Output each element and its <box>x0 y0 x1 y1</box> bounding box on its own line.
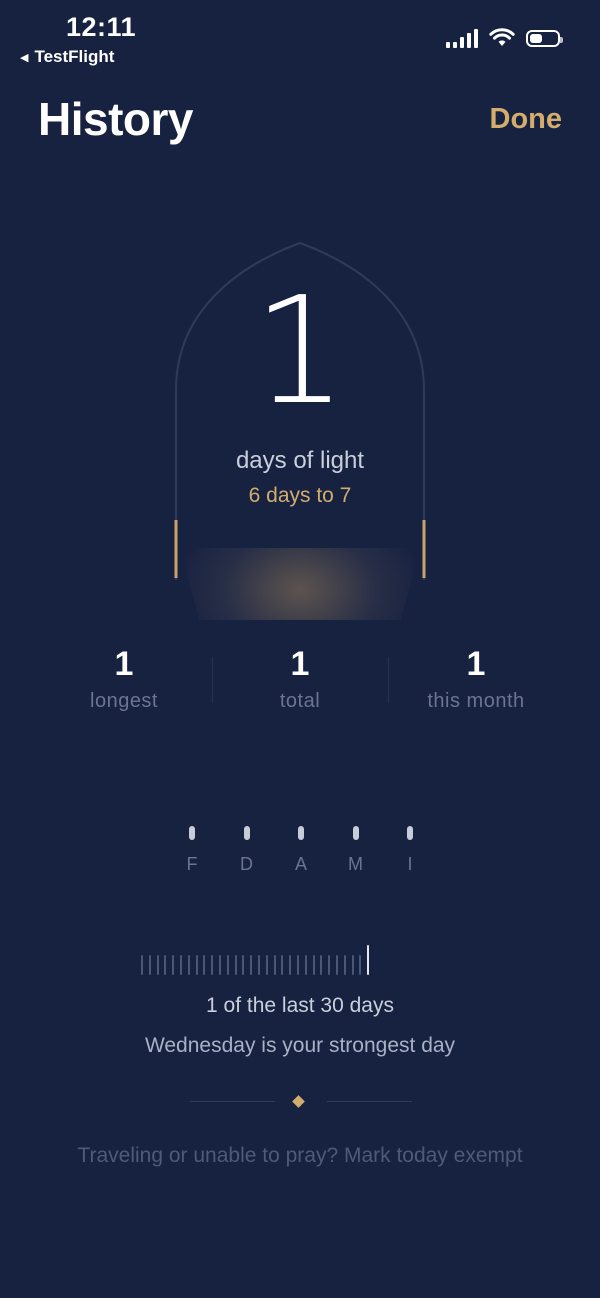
prayer-dot <box>189 826 195 840</box>
prayer-dot <box>243 826 250 840</box>
prayer-letter: M <box>348 854 363 874</box>
stat-value: 1 <box>114 645 134 683</box>
streak-goal: 6 days to 7 <box>248 484 352 507</box>
divider-line <box>190 1101 275 1102</box>
day-tick <box>234 955 237 975</box>
stat-label: longest <box>90 690 158 712</box>
day-tick <box>250 955 253 975</box>
day-tick <box>195 955 198 975</box>
wifi-icon <box>489 28 515 46</box>
prayer-isha: I <box>383 826 437 875</box>
day-tick <box>257 955 260 975</box>
prayer-maghrib: M <box>329 826 383 875</box>
day-tick <box>226 955 229 975</box>
day-tick <box>203 955 206 975</box>
day-tick <box>359 955 362 975</box>
day-tick <box>367 945 370 975</box>
day-tick <box>328 955 331 975</box>
day-tick <box>141 955 143 975</box>
day-tick <box>211 955 214 975</box>
prayer-dot <box>352 826 359 840</box>
stat-value: 1 <box>290 645 310 683</box>
thirty-day-ticks <box>141 945 370 975</box>
day-tick <box>172 955 175 975</box>
day-tick <box>343 955 346 975</box>
day-tick <box>304 955 307 975</box>
day-tick <box>281 955 284 975</box>
prayer-letter: A <box>294 854 307 874</box>
day-tick <box>187 955 190 975</box>
day-tick <box>148 955 151 975</box>
streak-count: 1 <box>252 265 348 437</box>
streak-arch: 1 days of light 6 days to 7 <box>170 240 430 625</box>
stat-label: total <box>279 690 321 712</box>
mark-exempt-link[interactable]: Traveling or unable to pray? Mark today … <box>0 1144 600 1168</box>
back-arrow-icon: ◀ <box>20 51 29 64</box>
days-summary: 1 of the last 30 days <box>206 994 394 1017</box>
diamond-icon <box>292 1095 305 1108</box>
stat-value: 1 <box>466 645 486 683</box>
page-title: History <box>38 93 193 145</box>
prayer-dhuhr: D <box>220 826 274 875</box>
streak-label: days of light <box>235 447 365 474</box>
status-time: 12:11 <box>66 12 137 42</box>
strongest-day: Wednesday is your strongest day <box>144 1034 456 1057</box>
battery-icon <box>526 29 563 47</box>
day-tick <box>335 955 338 975</box>
stats-row: 1 longest 1 total 1 this month <box>36 645 564 713</box>
prayer-dot <box>407 826 413 840</box>
prayer-letter: F <box>186 854 198 874</box>
day-tick <box>242 955 245 975</box>
stat-longest: 1 longest <box>36 645 212 713</box>
prayer-letter: D <box>240 854 253 874</box>
day-tick <box>312 955 315 975</box>
day-tick <box>351 955 354 975</box>
day-tick <box>265 955 268 975</box>
back-to-testflight-link[interactable]: ◀ TestFlight <box>20 47 114 67</box>
ornament-divider <box>190 1094 412 1110</box>
status-icons <box>446 28 563 48</box>
stat-total: 1 total <box>212 645 388 713</box>
day-tick <box>218 955 221 975</box>
day-tick <box>289 955 292 975</box>
day-tick <box>156 955 159 975</box>
prayer-dot <box>298 826 304 840</box>
day-tick <box>273 955 276 975</box>
prayer-fajr: F <box>165 826 219 875</box>
day-tick <box>164 955 167 975</box>
prayer-indicators: F D A M I <box>165 826 437 875</box>
back-link-label: TestFlight <box>34 47 115 66</box>
prayer-letter: I <box>407 854 413 874</box>
day-tick <box>296 955 299 975</box>
day-tick <box>320 955 323 975</box>
signal-icon <box>446 28 478 48</box>
done-button[interactable]: Done <box>490 103 563 136</box>
stat-label: this month <box>427 690 525 712</box>
stat-this-month: 1 this month <box>388 645 564 713</box>
prayer-asr: A <box>274 826 328 875</box>
day-tick <box>179 955 182 975</box>
divider-line <box>327 1101 412 1102</box>
